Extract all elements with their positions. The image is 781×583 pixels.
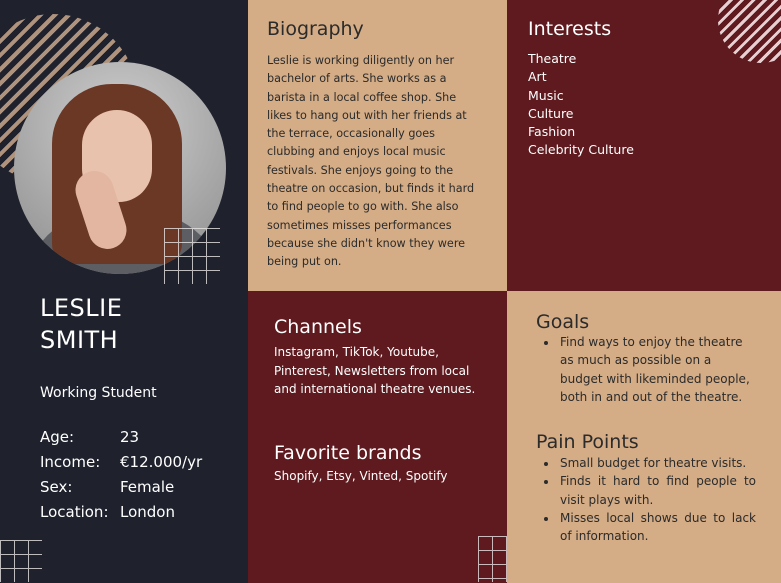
biography-text: Leslie is working diligently on her bach… (267, 54, 475, 269)
striped-circle-decoration (718, 0, 781, 63)
goals-list: Find ways to enjoy the theatre as much a… (536, 333, 756, 406)
pain-point-item: Small budget for theatre visits. (558, 454, 756, 472)
grid-decoration (164, 228, 220, 284)
fact-value: Female (120, 477, 175, 496)
pain-points-title: Pain Points (536, 431, 639, 453)
fact-label: Income: (40, 452, 101, 471)
goals-panel: Goals Find ways to enjoy the theatre as … (507, 291, 781, 583)
interest-item: Culture (528, 105, 574, 121)
channels-text: Instagram, TikTok, Youtube, Pinterest, N… (274, 345, 476, 396)
pain-point-item: Misses local shows due to lack of inform… (558, 509, 756, 546)
interest-item: Celebrity Culture (528, 142, 634, 158)
channels-title: Channels (274, 316, 362, 338)
interests-title: Interests (528, 18, 612, 40)
interest-item: Art (528, 69, 547, 85)
biography-title: Biography (267, 18, 364, 40)
brands-text: Shopify, Etsy, Vinted, Spotify (274, 469, 448, 483)
interests-list: Theatre Art Music Culture Fashion Celebr… (528, 50, 634, 160)
interest-item: Theatre (528, 51, 577, 66)
biography-panel: Biography Leslie is working diligently o… (248, 0, 507, 291)
profile-panel: LESLIE SMITH Working Student Age: 23 Inc… (0, 0, 248, 583)
fact-income: Income: €12.000/yr (40, 449, 202, 474)
fact-location: Location: London (40, 499, 202, 524)
fact-age: Age: 23 (40, 424, 202, 449)
fact-label: Age: (40, 427, 75, 446)
goal-item: Find ways to enjoy the theatre as much a… (558, 333, 756, 406)
persona-last-name: SMITH (40, 326, 119, 354)
fact-value: London (120, 502, 175, 521)
persona-role: Working Student (40, 385, 157, 401)
pain-points-list: Small budget for theatre visits. Finds i… (536, 454, 756, 545)
fact-label: Location: (40, 502, 109, 521)
fact-label: Sex: (40, 477, 73, 496)
interest-item: Fashion (528, 124, 576, 140)
fact-value: 23 (120, 427, 140, 446)
interest-item: Music (528, 87, 564, 103)
persona-facts: Age: 23 Income: €12.000/yr Sex: Female L… (40, 424, 202, 524)
persona-name: LESLIE SMITH (40, 292, 122, 356)
goals-title: Goals (536, 311, 590, 333)
pain-point-item: Finds it hard to find people to visit pl… (558, 472, 756, 509)
grid-decoration (0, 540, 42, 582)
channels-panel: Channels Instagram, TikTok, Youtube, Pin… (248, 291, 507, 583)
persona-first-name: LESLIE (40, 294, 123, 322)
brands-title: Favorite brands (274, 442, 422, 464)
fact-sex: Sex: Female (40, 474, 202, 499)
fact-value: €12.000/yr (120, 452, 203, 471)
interests-panel: Interests Theatre Art Music Culture Fash… (507, 0, 781, 291)
